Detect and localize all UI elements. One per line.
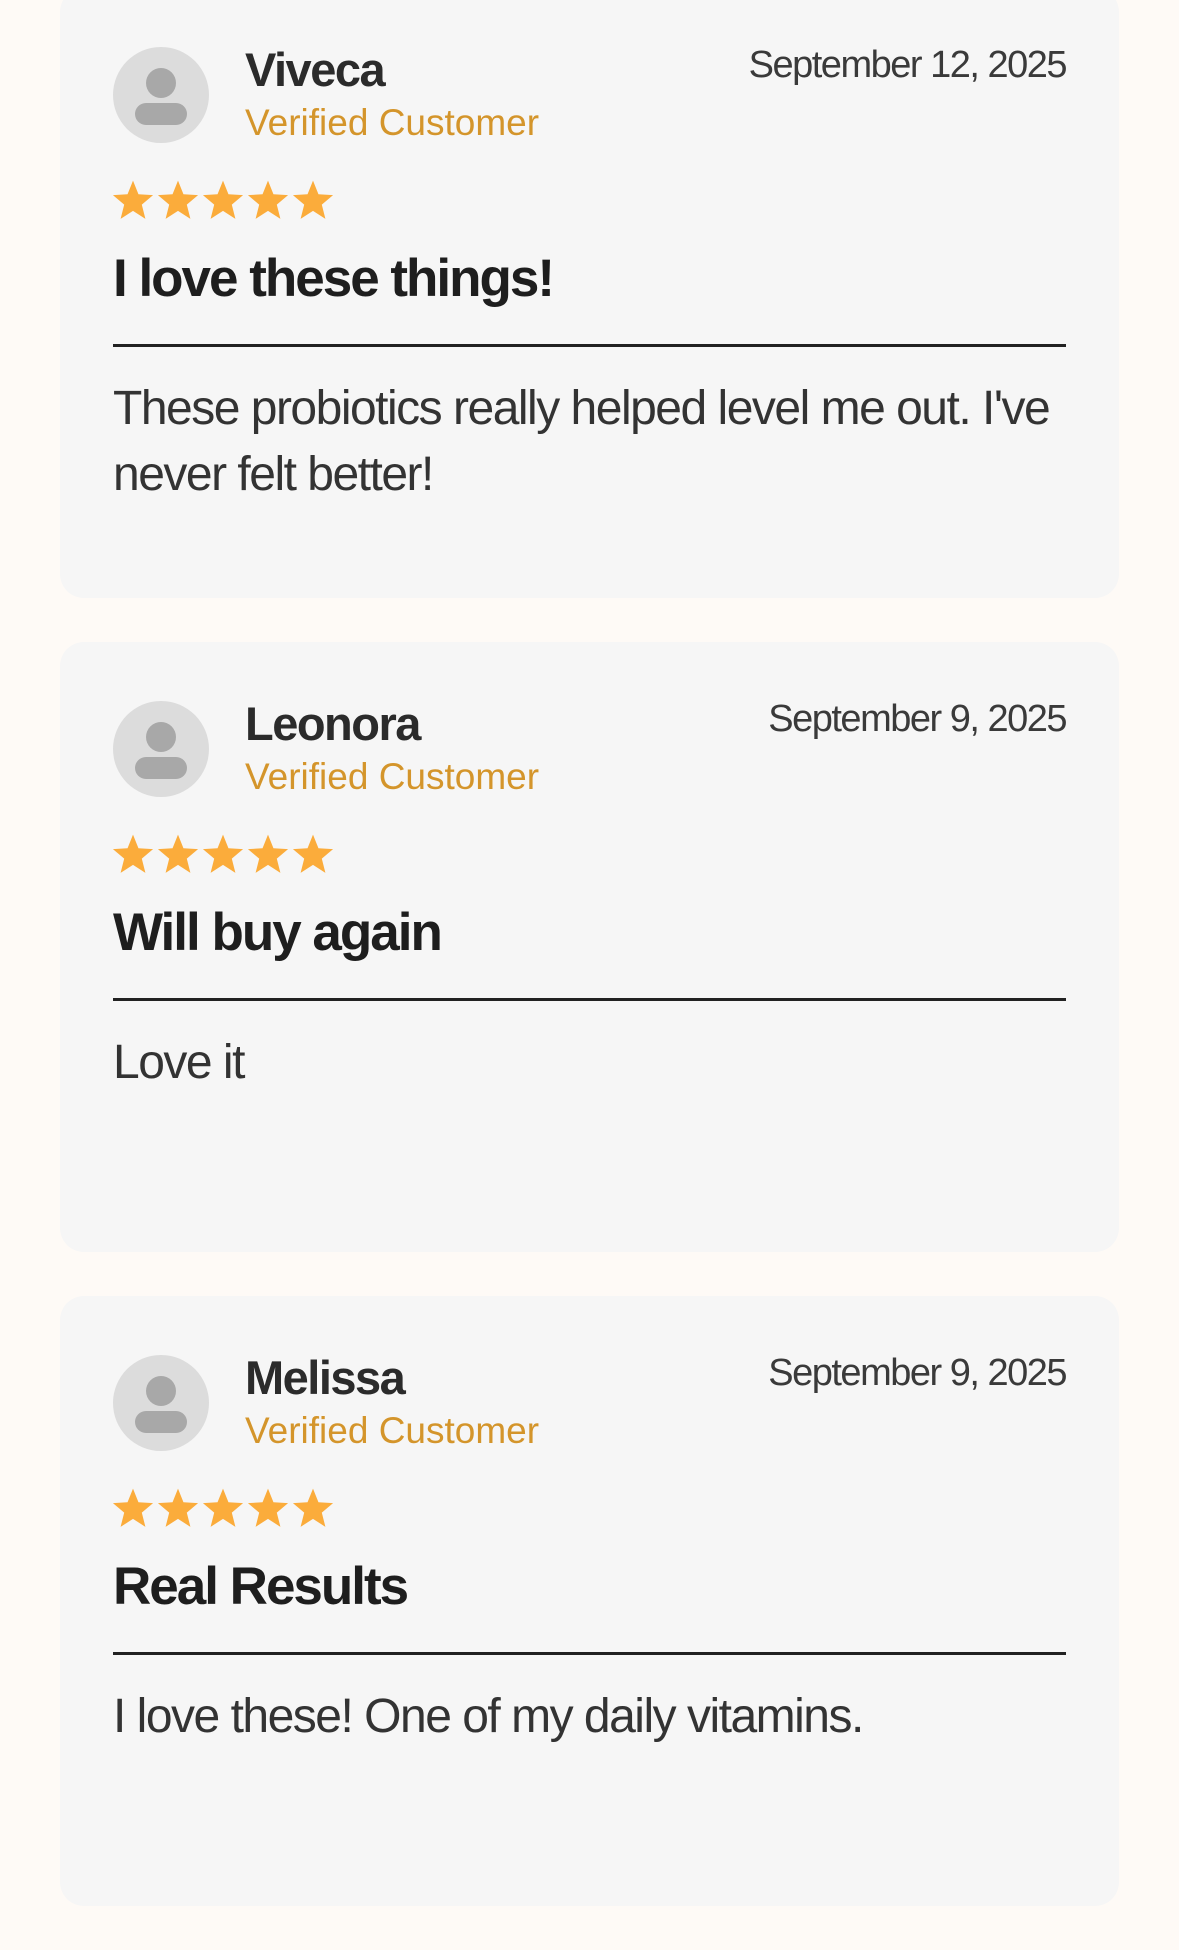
review-list: Viveca Verified Customer September 12, 2…: [60, 0, 1119, 1950]
star-icon: [112, 834, 154, 873]
avatar-icon: [113, 47, 209, 143]
star-rating: [111, 832, 335, 876]
star-icon: [202, 180, 244, 219]
review-body: These probiotics really helped level me …: [113, 382, 1051, 501]
review-date: September 9, 2025: [768, 1352, 1067, 1394]
star-icon: [292, 1488, 334, 1527]
star-icon: [247, 1488, 289, 1527]
verified-badge: Verified Customer: [245, 102, 540, 143]
star-icon: [157, 1488, 199, 1527]
verified-badge: Verified Customer: [245, 756, 540, 797]
review-date: September 12, 2025: [748, 44, 1068, 86]
star-icon: [247, 834, 289, 873]
divider: [113, 998, 1066, 1001]
star-icon: [112, 1488, 154, 1527]
star-icon: [112, 180, 154, 219]
star-icon: [202, 1488, 244, 1527]
review-card: Leonora Verified Customer September 9, 2…: [60, 642, 1119, 1252]
review-date: September 9, 2025: [768, 698, 1067, 740]
star-icon: [157, 834, 199, 873]
review-title: Real Results: [113, 1557, 409, 1616]
review-body: Love it: [113, 1036, 245, 1089]
avatar-icon: [113, 701, 209, 797]
star-icon: [157, 180, 199, 219]
divider: [113, 344, 1066, 347]
star-rating: [111, 1486, 335, 1530]
reviewer-name: Melissa: [245, 1351, 406, 1404]
avatar-icon: [113, 1355, 209, 1451]
star-icon: [202, 834, 244, 873]
divider: [113, 1652, 1066, 1655]
review-body: I love these! One of my daily vitamins.: [113, 1690, 864, 1743]
star-rating: [111, 178, 335, 222]
reviewer-name: Leonora: [245, 697, 421, 750]
reviewer-name: Viveca: [245, 43, 386, 96]
review-title: I love these things!: [113, 249, 555, 308]
verified-badge: Verified Customer: [245, 1410, 540, 1451]
review-card: Melissa Verified Customer September 9, 2…: [60, 1296, 1119, 1906]
star-icon: [247, 180, 289, 219]
review-title: Will buy again: [113, 903, 443, 962]
star-icon: [292, 180, 334, 219]
review-card: Viveca Verified Customer September 12, 2…: [60, 0, 1119, 598]
star-icon: [292, 834, 334, 873]
